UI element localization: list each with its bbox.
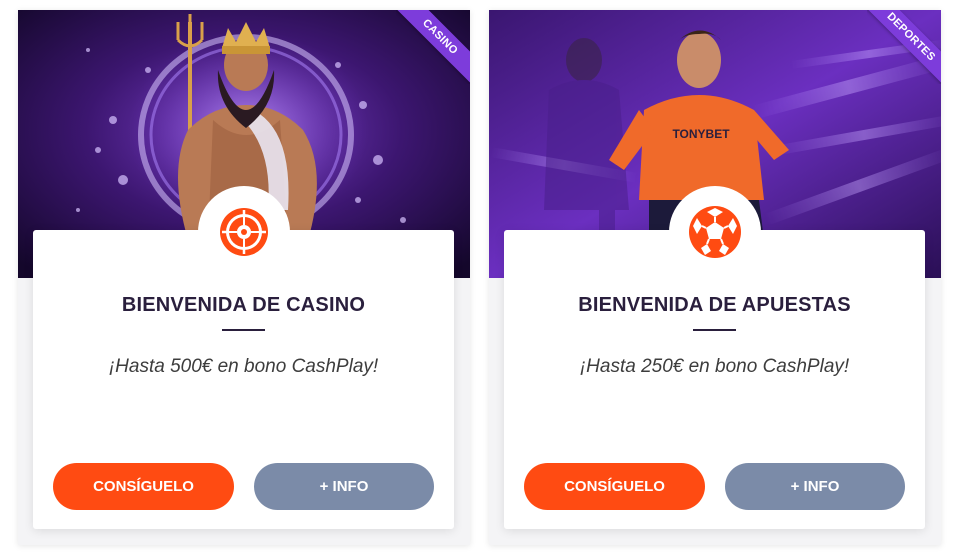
title-divider [222, 329, 265, 331]
get-bonus-button[interactable]: CONSÍGUELO [53, 463, 234, 510]
more-info-button[interactable]: + INFO [725, 463, 905, 510]
icon-badge [198, 186, 290, 278]
category-ribbon: CASINO [396, 10, 470, 84]
soccer-ball-icon [689, 206, 741, 258]
category-ribbon: DEPORTES [867, 10, 941, 84]
title-divider [693, 329, 736, 331]
card-title: BIENVENIDA DE CASINO [121, 294, 366, 316]
roulette-icon [220, 208, 268, 256]
card-title: BIENVENIDA DE APUESTAS [578, 294, 851, 316]
ribbon-container: CASINO [396, 10, 470, 84]
jersey-sponsor-text: TONYBET [672, 127, 730, 141]
card-subtitle: ¡Hasta 500€ en bono CashPlay! [108, 356, 379, 377]
card-subtitle: ¡Hasta 250€ en bono CashPlay! [579, 356, 850, 377]
sports-bonus-card: TONYBET DEPORTES BIENVENIDA DE APUESTAS … [489, 10, 941, 545]
icon-badge [669, 186, 761, 278]
more-info-button[interactable]: + INFO [254, 463, 434, 510]
get-bonus-button[interactable]: CONSÍGUELO [524, 463, 705, 510]
ribbon-container: DEPORTES [867, 10, 941, 84]
casino-bonus-card: CASINO BIENVENIDA DE CASINO ¡Hasta 500€ … [18, 10, 470, 545]
